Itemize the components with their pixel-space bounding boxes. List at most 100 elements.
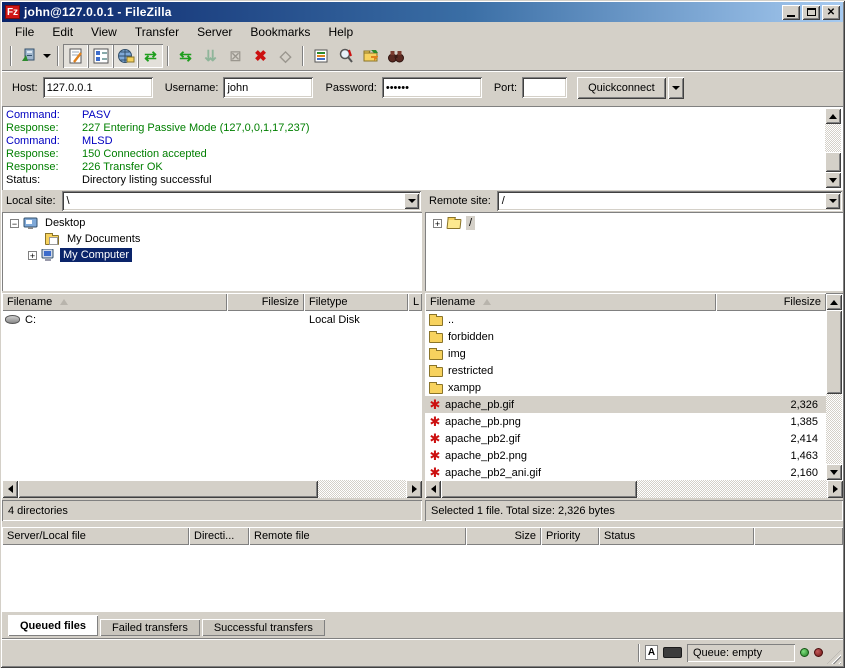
menu-edit[interactable]: Edit: [43, 23, 82, 41]
toggle-remote-tree-button[interactable]: [113, 44, 138, 68]
remote-row[interactable]: apache_pb2.gif 2,414: [425, 430, 826, 447]
find-files-button[interactable]: [383, 44, 408, 68]
scroll-right-button[interactable]: [406, 480, 422, 498]
filter-button[interactable]: [308, 44, 333, 68]
column-header-filename[interactable]: Filename: [2, 293, 227, 311]
log-scrollbar[interactable]: [825, 108, 841, 188]
quickconnect-button[interactable]: Quickconnect: [577, 77, 666, 99]
remote-row[interactable]: xampp: [425, 379, 826, 396]
scroll-up-button[interactable]: [826, 294, 842, 310]
scroll-track[interactable]: [637, 480, 827, 498]
scroll-thumb[interactable]: [441, 480, 637, 498]
column-header-filesize[interactable]: Filesize: [227, 293, 304, 311]
tab-queued-files[interactable]: Queued files: [8, 615, 98, 636]
remote-row[interactable]: apache_pb2_ani.gif 2,160: [425, 464, 826, 480]
scroll-left-button[interactable]: [425, 480, 441, 498]
remote-row-selected[interactable]: apache_pb.gif 2,326: [425, 396, 826, 413]
menu-view[interactable]: View: [82, 23, 126, 41]
password-input[interactable]: [382, 82, 482, 94]
toggle-message-log-button[interactable]: [63, 44, 88, 68]
menu-help[interactable]: Help: [319, 23, 362, 41]
tree-item-my-documents[interactable]: My Documents: [2, 231, 422, 247]
column-header-status[interactable]: Status: [599, 527, 754, 545]
remote-row[interactable]: restricted: [425, 362, 826, 379]
expand-icon[interactable]: [433, 219, 442, 228]
collapse-icon[interactable]: [10, 219, 19, 228]
scroll-left-button[interactable]: [2, 480, 18, 498]
column-header-filetype[interactable]: Filetype: [304, 293, 408, 311]
scroll-track[interactable]: [826, 394, 842, 464]
quickconnect-dropdown[interactable]: [668, 77, 684, 99]
local-row-c-drive[interactable]: C: Local Disk: [2, 311, 422, 328]
toggle-transfer-queue-button[interactable]: ⇄: [138, 44, 163, 68]
scroll-up-button[interactable]: [825, 108, 841, 124]
remote-row[interactable]: apache_pb.png 1,385: [425, 413, 826, 430]
remote-horizontal-scrollbar[interactable]: [425, 480, 843, 498]
remote-pane: Remote site: / / Filename: [425, 190, 843, 521]
transfer-type-icon[interactable]: [645, 645, 658, 660]
tab-failed-transfers[interactable]: Failed transfers: [100, 619, 200, 636]
reconnect-button[interactable]: ◇: [273, 44, 298, 68]
port-input[interactable]: [522, 82, 567, 94]
folder-icon: [429, 316, 443, 326]
remote-site-dropdown[interactable]: [825, 193, 840, 209]
column-header-remote-file[interactable]: Remote file: [249, 527, 466, 545]
scroll-thumb[interactable]: [18, 480, 318, 498]
scroll-down-button[interactable]: [825, 172, 841, 188]
column-header-size[interactable]: Size: [466, 527, 541, 545]
remote-row[interactable]: forbidden: [425, 328, 826, 345]
local-site-dropdown[interactable]: [404, 193, 419, 209]
tree-item-my-computer[interactable]: My Computer: [2, 247, 422, 263]
remote-row[interactable]: ..: [425, 311, 826, 328]
close-button[interactable]: [822, 5, 840, 20]
remote-vertical-scrollbar[interactable]: [826, 294, 842, 480]
process-queue-button[interactable]: ⇊: [198, 44, 223, 68]
username-input[interactable]: [223, 82, 313, 94]
refresh-button[interactable]: ⇆: [173, 44, 198, 68]
expand-icon[interactable]: [28, 251, 37, 260]
scroll-down-button[interactable]: [826, 464, 842, 480]
tree-item-root[interactable]: /: [425, 215, 843, 231]
menu-server[interactable]: Server: [188, 23, 241, 41]
led-red-icon: [814, 648, 823, 657]
remote-site-combo[interactable]: /: [497, 191, 842, 211]
file-name: apache_pb.gif: [445, 399, 514, 411]
disconnect-button[interactable]: ✖: [248, 44, 273, 68]
directory-comparison-button[interactable]: [333, 44, 358, 68]
tree-item-desktop[interactable]: Desktop: [2, 215, 422, 231]
toggle-local-tree-button[interactable]: [88, 44, 113, 68]
tab-successful-transfers[interactable]: Successful transfers: [202, 619, 325, 636]
minimize-button[interactable]: [782, 5, 800, 20]
site-manager-dropdown[interactable]: [41, 44, 53, 68]
scroll-thumb[interactable]: [825, 152, 841, 172]
local-site-combo[interactable]: \: [62, 191, 421, 211]
site-manager-button[interactable]: [16, 44, 41, 68]
scroll-track[interactable]: [825, 124, 841, 152]
maximize-button[interactable]: [802, 5, 820, 20]
menu-file[interactable]: File: [6, 23, 43, 41]
column-header-filesize[interactable]: Filesize: [716, 293, 826, 311]
local-horizontal-scrollbar[interactable]: [2, 480, 422, 498]
column-header-server-local-file[interactable]: Server/Local file: [2, 527, 189, 545]
synchronized-browsing-button[interactable]: [358, 44, 383, 68]
scroll-right-button[interactable]: [827, 480, 843, 498]
speed-limit-icon[interactable]: [663, 647, 682, 658]
column-header-filename[interactable]: Filename: [425, 293, 716, 311]
menu-transfer[interactable]: Transfer: [126, 23, 188, 41]
log-label: Command:: [6, 135, 82, 148]
menu-bookmarks[interactable]: Bookmarks: [241, 23, 319, 41]
remote-row[interactable]: apache_pb2.png 1,463: [425, 447, 826, 464]
host-input[interactable]: [43, 82, 153, 94]
column-header-last-modified[interactable]: L: [408, 293, 422, 311]
title-bar[interactable]: Fz john@127.0.0.1 - FileZilla: [2, 2, 843, 22]
sort-ascending-icon: [483, 299, 491, 305]
remote-tree: /: [425, 212, 843, 291]
column-header-direction[interactable]: Directi...: [189, 527, 249, 545]
log-text: 226 Transfer OK: [82, 161, 163, 174]
column-label: Filename: [7, 296, 52, 308]
scroll-track[interactable]: [318, 480, 406, 498]
column-header-priority[interactable]: Priority: [541, 527, 599, 545]
remote-row[interactable]: img: [425, 345, 826, 362]
cancel-operation-button[interactable]: ☒: [223, 44, 248, 68]
scroll-thumb[interactable]: [826, 310, 842, 394]
